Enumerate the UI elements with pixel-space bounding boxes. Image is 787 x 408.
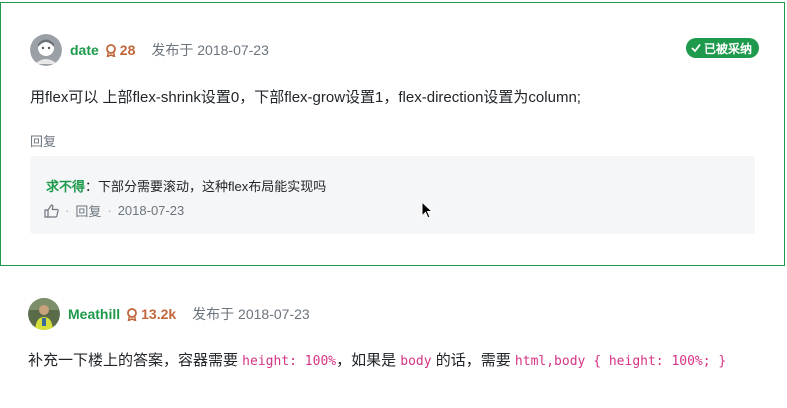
reputation-value: 28 (119, 42, 136, 58)
answer-body: 补充一下楼上的答案，容器需要 height: 100%，如果是 body 的话，… (28, 348, 758, 374)
thumbs-up-icon[interactable] (44, 203, 59, 218)
mouse-cursor-icon (421, 201, 433, 219)
comment-line: 求不得：下部分需要滚动，这种flex布局能实现吗 (46, 176, 326, 195)
comment-reply-button[interactable]: 回复 (75, 201, 101, 220)
check-icon (691, 43, 701, 53)
accepted-badge: 已被采纳 (685, 38, 759, 58)
answer-body: 用flex可以 上部flex-shrink设置0，下部flex-grow设置1，… (30, 89, 581, 106)
username[interactable]: Meathill (68, 306, 120, 322)
comment-separator: ： (85, 179, 99, 194)
inline-code: html,body { height: 100%; } (514, 354, 727, 369)
reputation-value: 13.2k (141, 306, 177, 322)
username[interactable]: date (70, 42, 99, 58)
post-date: 发布于 2018-07-23 (192, 306, 310, 322)
reputation: 13.2k (126, 306, 176, 322)
avatar[interactable] (28, 298, 60, 330)
inline-code: body (400, 354, 432, 369)
avatar[interactable] (30, 34, 62, 66)
body-text: 补充一下楼上的答案，容器需要 (28, 352, 243, 369)
body-text: 的话，需要 (431, 352, 515, 369)
answer2-header: Meathill 13.2k 发布于 2018-07-23 (28, 298, 310, 330)
inline-code: height: 100% (242, 354, 337, 369)
comment-text: 下部分需要滚动，这种flex布局能实现吗 (98, 179, 327, 194)
post-date: 发布于 2018-07-23 (151, 42, 269, 58)
accepted-label: 已被采纳 (703, 41, 752, 56)
comment-meta: · 回复 · 2018-07-23 (44, 201, 184, 220)
body-text: ，如果是 (336, 352, 401, 369)
separator-dot: · (107, 203, 112, 218)
reputation: 28 (105, 42, 136, 58)
medal-icon (105, 43, 116, 57)
comment: 求不得：下部分需要滚动，这种flex布局能实现吗 · 回复 · 2018-07-… (30, 156, 755, 234)
comment-author[interactable]: 求不得 (46, 179, 85, 194)
reply-button[interactable]: 回复 (30, 131, 56, 150)
separator-dot: · (65, 203, 70, 218)
comment-date: 2018-07-23 (117, 203, 185, 218)
answer1-header: date 28 发布于 2018-07-23 (30, 34, 269, 66)
medal-icon (127, 307, 138, 321)
